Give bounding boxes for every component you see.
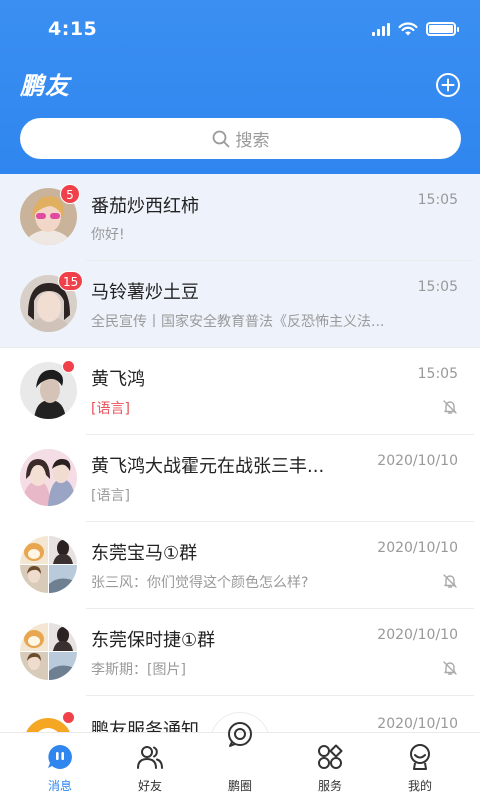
chat-preview: [语言] [91, 401, 130, 417]
status-time: 4:15 [48, 18, 98, 40]
chat-time: 15:05 [417, 366, 458, 382]
group-avatar [20, 536, 77, 593]
chat-time: 15:05 [417, 279, 458, 295]
chat-name: 马铃薯炒土豆 [91, 282, 199, 303]
signal-icon [372, 22, 390, 36]
chat-list: 5 番茄炒西红柿 15:05 你好! 15 马铃薯炒土豆 15:05 全民宣传丨… [0, 174, 480, 732]
battery-icon [426, 22, 459, 36]
profile-icon [410, 744, 430, 770]
search-input[interactable]: 搜索 [20, 118, 461, 159]
mute-icon [443, 400, 457, 414]
chat-time: 2020/10/10 [377, 716, 458, 732]
chat-name: 鹏友服务通知 [91, 720, 199, 732]
chat-time: 15:05 [417, 192, 458, 208]
chat-preview: [语言] [91, 488, 130, 504]
tab-label: 鹏圈 [227, 779, 252, 793]
chat-preview: 李斯期：[图片] [91, 662, 186, 678]
chat-preview: 你好! [91, 227, 125, 243]
tab-friends[interactable]: 好友 [102, 733, 198, 800]
chat-time: 2020/10/10 [377, 627, 458, 643]
tab-label: 服务 [317, 779, 342, 793]
chat-item[interactable]: 东莞保时捷①群 2020/10/10 李斯期：[图片] [0, 609, 480, 696]
unread-dot [62, 711, 75, 724]
search-icon [212, 130, 229, 147]
chat-preview: 全民宣传丨国家安全教育普法《反恐怖主义法... [91, 314, 385, 330]
unread-dot [62, 360, 75, 373]
tab-label: 好友 [137, 779, 162, 793]
chat-preview: 张三风：你们觉得这个颜色怎么样? [91, 575, 309, 591]
chat-time: 2020/10/10 [377, 540, 458, 556]
chat-item[interactable]: 东莞宝马①群 2020/10/10 张三风：你们觉得这个颜色怎么样? [0, 522, 480, 609]
chat-item[interactable]: 黄飞鸿 15:05 [语言] [0, 348, 480, 435]
friends-icon [137, 746, 163, 769]
group-avatar [20, 623, 77, 680]
moments-icon [228, 722, 252, 747]
mute-icon [443, 661, 457, 675]
mute-icon [443, 574, 457, 588]
chat-name: 黄飞鸿大战霍元在战张三丰... [91, 456, 325, 477]
tab-profile[interactable]: 我的 [372, 733, 468, 800]
chat-time: 2020/10/10 [377, 453, 458, 469]
chat-item[interactable]: 黄飞鸿大战霍元在战张三丰... 2020/10/10 [语言] [0, 435, 480, 522]
add-icon[interactable] [435, 72, 461, 98]
chat-item[interactable]: 15 马铃薯炒土豆 15:05 全民宣传丨国家安全教育普法《反恐怖主义法... [0, 261, 480, 348]
status-bar: 4:15 [0, 0, 480, 60]
tab-services[interactable]: 服务 [282, 733, 378, 800]
avatar [20, 449, 77, 506]
unread-badge: 15 [58, 271, 84, 291]
chat-item[interactable]: 5 番茄炒西红柿 15:05 你好! [0, 174, 480, 261]
tab-moments[interactable]: 鹏圈 [192, 722, 288, 800]
status-icons [372, 22, 459, 36]
tab-label: 消息 [47, 779, 72, 793]
app-title: 鹏友 [20, 72, 70, 100]
tab-label: 我的 [407, 779, 432, 793]
services-icon [318, 744, 343, 769]
wifi-icon [398, 22, 418, 36]
chat-name: 黄飞鸿 [91, 369, 145, 390]
search-placeholder: 搜索 [235, 131, 270, 151]
message-icon [48, 745, 72, 769]
chat-name: 东莞保时捷①群 [91, 630, 216, 651]
tab-bar: 消息 好友 鹏圈 服务 我的 [0, 722, 480, 800]
chat-name: 番茄炒西红柿 [91, 196, 199, 217]
chat-name: 东莞宝马①群 [91, 543, 198, 564]
tab-messages[interactable]: 消息 [12, 733, 108, 800]
unread-badge: 5 [60, 184, 80, 204]
app-header: 4:15 鹏友 搜索 [0, 0, 480, 174]
